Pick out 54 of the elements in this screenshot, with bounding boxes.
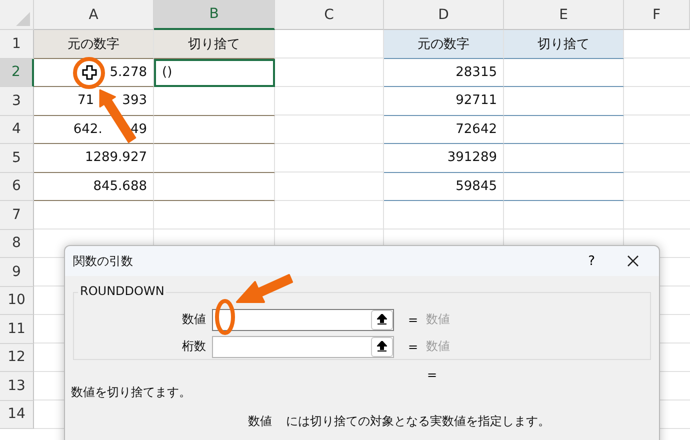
argument-name: 数値 — [248, 413, 272, 430]
dialog-title: 関数の引数 — [73, 252, 133, 270]
column-header[interactable]: D — [384, 0, 504, 30]
column-header[interactable]: C — [275, 0, 384, 30]
function-description: 数値を切り捨てます。 — [71, 385, 191, 399]
table-cell: 切り捨て — [154, 30, 275, 58]
column-header[interactable]: E — [504, 0, 624, 30]
input-field[interactable] — [212, 308, 394, 330]
up-arrow-icon — [377, 341, 387, 352]
row-header[interactable]: 4 — [0, 116, 34, 144]
table-cell: 845.688 — [34, 172, 154, 201]
table-cell: 59845 — [384, 172, 504, 201]
argument-result: 数値 — [426, 311, 450, 328]
argument-label: 数値 — [181, 311, 206, 328]
table-cell: 72642 — [384, 116, 504, 144]
help-button[interactable]: ? — [584, 254, 599, 268]
row-header[interactable]: 9 — [0, 258, 34, 286]
row-header[interactable]: 2 — [0, 58, 34, 87]
column-header[interactable]: B — [154, 0, 275, 30]
argument-help-text: には切り捨ての対象となる実数値を指定します。 — [286, 413, 550, 430]
table-cell: 28315 — [384, 58, 504, 87]
function-name: ROUNDDOWN — [78, 284, 166, 298]
input-field[interactable] — [212, 336, 394, 358]
column-header[interactable]: A — [34, 0, 154, 30]
cell-cursor-icon — [82, 65, 97, 80]
pointer-arrow — [236, 274, 293, 303]
row-header[interactable]: 5 — [0, 144, 34, 172]
formula-result: = — [427, 368, 438, 382]
row-header[interactable]: 7 — [0, 201, 34, 230]
highlight-circle — [73, 57, 105, 89]
table-cell: 元の数字 — [384, 30, 504, 58]
row-header[interactable]: 11 — [0, 315, 34, 344]
row-header[interactable]: 12 — [0, 344, 34, 372]
equals-sign: = — [408, 312, 420, 326]
highlight-circle — [215, 299, 235, 335]
triangle-icon — [16, 12, 30, 26]
collapse-dialog-button[interactable] — [371, 336, 393, 356]
argument-label: 桁数 — [181, 338, 206, 355]
table-cell: 切り捨て — [504, 30, 624, 58]
argument-result: 数値 — [426, 338, 450, 355]
row-header[interactable]: 13 — [0, 372, 34, 400]
equals-sign: = — [408, 340, 420, 354]
table-cell: 元の数字 — [34, 30, 154, 58]
collapse-dialog-button[interactable] — [371, 310, 393, 330]
row-header[interactable]: 8 — [0, 230, 34, 258]
column-header[interactable]: F — [624, 0, 690, 30]
row-header[interactable]: 3 — [0, 87, 34, 116]
up-arrow-icon — [377, 314, 387, 325]
row-header[interactable]: 1 — [0, 30, 34, 58]
close-icon[interactable] — [627, 255, 639, 267]
table-cell: () — [154, 58, 275, 87]
row-header[interactable]: 6 — [0, 172, 34, 201]
row-header[interactable]: 10 — [0, 286, 34, 315]
row-header[interactable]: 14 — [0, 400, 34, 429]
